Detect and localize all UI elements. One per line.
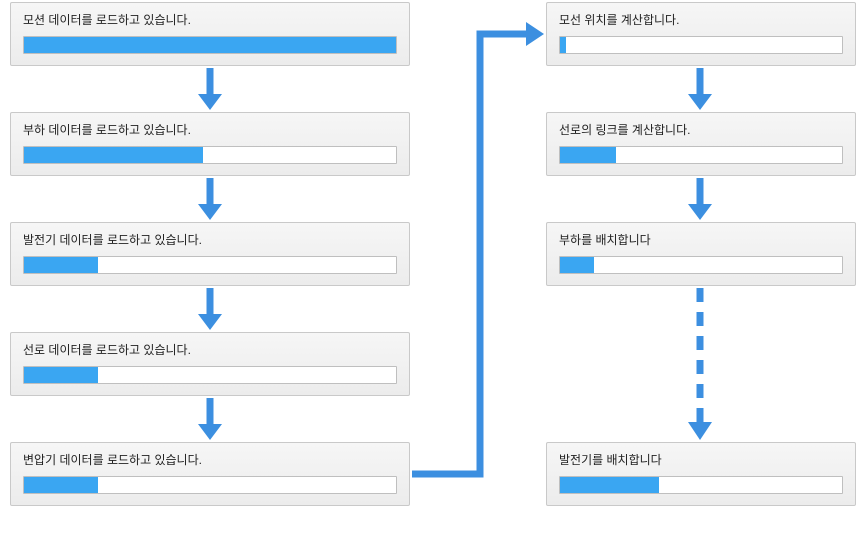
progress-track (559, 146, 843, 164)
step-load-place: 부하를 배치합니다 (546, 222, 856, 286)
progress-track (23, 366, 397, 384)
progress-fill (24, 147, 203, 163)
progress-fill (560, 477, 659, 493)
step-label: 발전기를 배치합니다 (559, 451, 843, 468)
step-label: 모선 위치를 계산합니다. (559, 11, 843, 28)
progress-track (23, 36, 397, 54)
progress-track (23, 256, 397, 274)
arrow-down-icon (680, 66, 720, 112)
progress-fill (560, 257, 594, 273)
progress-track (559, 476, 843, 494)
step-line-load: 선로 데이터를 로드하고 있습니다. (10, 332, 410, 396)
arrow-down-icon (190, 66, 230, 112)
arrow-down-icon (190, 286, 230, 332)
step-label: 부하 데이터를 로드하고 있습니다. (23, 121, 397, 138)
step-transformer-load: 변압기 데이터를 로드하고 있습니다. (10, 442, 410, 506)
progress-fill (24, 257, 98, 273)
progress-fill (24, 367, 98, 383)
arrow-down-icon (190, 176, 230, 222)
step-load-load: 부하 데이터를 로드하고 있습니다. (10, 112, 410, 176)
step-line-link-calc: 선로의 링크를 계산합니다. (546, 112, 856, 176)
progress-fill (24, 37, 396, 53)
progress-fill (560, 147, 616, 163)
arrow-connector-icon (410, 0, 550, 510)
progress-track (559, 256, 843, 274)
progress-track (559, 36, 843, 54)
step-label: 변압기 데이터를 로드하고 있습니다. (23, 451, 397, 468)
arrow-down-icon (190, 396, 230, 442)
step-label: 발전기 데이터를 로드하고 있습니다. (23, 231, 397, 248)
step-label: 부하를 배치합니다 (559, 231, 843, 248)
step-generator-place: 발전기를 배치합니다 (546, 442, 856, 506)
progress-fill (560, 37, 566, 53)
arrow-down-icon (680, 176, 720, 222)
step-motion-calc: 모선 위치를 계산합니다. (546, 2, 856, 66)
step-generator-load: 발전기 데이터를 로드하고 있습니다. (10, 222, 410, 286)
step-label: 모션 데이터를 로드하고 있습니다. (23, 11, 397, 28)
arrow-down-dashed-icon (680, 286, 720, 442)
step-label: 선로 데이터를 로드하고 있습니다. (23, 341, 397, 358)
progress-track (23, 476, 397, 494)
progress-fill (24, 477, 98, 493)
step-label: 선로의 링크를 계산합니다. (559, 121, 843, 138)
flow-diagram: 모션 데이터를 로드하고 있습니다. 부하 데이터를 로드하고 있습니다. 발전… (0, 0, 866, 549)
progress-track (23, 146, 397, 164)
step-motion-load: 모션 데이터를 로드하고 있습니다. (10, 2, 410, 66)
